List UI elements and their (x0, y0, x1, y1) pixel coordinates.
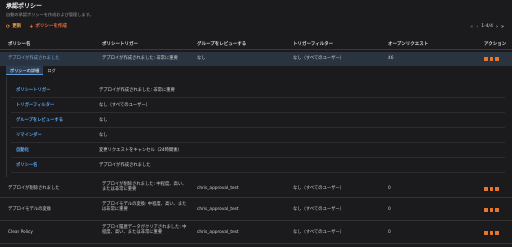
refresh-icon: ⟳ (6, 24, 11, 30)
col-header-actions: アクション (484, 42, 507, 47)
row-policy-name[interactable]: デプロイモデルの変換 (8, 207, 51, 212)
table-row[interactable]: Clear Policy デプロイ履歴データがクリアされました: 中程度、高い、… (0, 222, 512, 244)
row-open-requests: 0 (388, 230, 391, 235)
col-header-name[interactable]: ポリシー名 (8, 42, 31, 48)
prev-page-icon[interactable]: ‹ (476, 24, 478, 30)
detail-row: グループをレビューする なし (11, 115, 505, 128)
detail-label-filter: トリガーフィルター (16, 103, 55, 108)
refresh-button[interactable]: ⟳ 更新 (6, 24, 21, 30)
detail-row: リマインダー なし (11, 130, 505, 143)
detail-label-group: グループをレビューする (16, 118, 64, 123)
table-row[interactable]: デプロイが作成されました デプロイが作成されました: 非常に重要 なし なし（す… (0, 52, 512, 66)
row-open-requests: 46 (388, 56, 394, 61)
edit-icon[interactable] (484, 231, 488, 235)
row-policy-name[interactable]: Clear Policy (8, 230, 33, 235)
col-header-filter[interactable]: トリガーフィルター (293, 42, 333, 48)
delete-icon[interactable] (495, 57, 499, 61)
pagination: « ‹ 1-4/4 › » (470, 24, 504, 30)
detail-row: ポリシートリガー デプロイが作成されました: 非常に重要 (11, 85, 505, 98)
row-group: chris_approval_test (197, 207, 239, 212)
delete-icon[interactable] (495, 208, 499, 212)
detail-value-filter: なし（すべてのユーザー） (99, 103, 151, 108)
page-subtitle: 自動の承認ポリシーを作成および管理します。 (6, 12, 94, 17)
detail-value-policy-name: デプロイが作成されました (99, 163, 151, 168)
row-trigger: デプロイが作成されました: 非常に重要 (102, 56, 178, 61)
row-actions (484, 208, 499, 212)
copy-icon[interactable] (489, 57, 493, 61)
row-filter: なし（すべてのユーザー） (293, 230, 345, 235)
row-policy-name[interactable]: デプロイが削除されました (8, 186, 60, 191)
detail-value-automation: 変更リクエストをキャンセル（24時間後） (99, 148, 182, 153)
edit-icon[interactable] (484, 187, 488, 191)
row-filter: なし（すべてのユーザー） (293, 186, 345, 191)
row-actions (484, 231, 499, 235)
toolbar: ⟳ 更新 + ポリシーを作成 (6, 24, 67, 30)
row-trigger: デプロイ履歴データがクリアされました: 中程度、高い、または非常に重要 (102, 225, 187, 236)
copy-icon[interactable] (489, 208, 493, 212)
detail-value-reminder: なし (99, 133, 108, 138)
row-group: なし (197, 56, 206, 61)
page-range: 1-4/4 (481, 24, 493, 30)
next-page-icon[interactable]: › (496, 24, 498, 30)
policy-detail-panel: ポリシートリガー デプロイが作成されました: 非常に重要 トリガーフィルター な… (6, 77, 506, 177)
create-policy-label: ポリシーを作成 (35, 24, 67, 30)
row-group: chris_approval_test (197, 186, 239, 191)
row-filter: なし（すべてのユーザー） (293, 207, 345, 212)
detail-row: トリガーフィルター なし（すべてのユーザー） (11, 100, 505, 113)
detail-value-group: なし (99, 118, 108, 123)
row-actions (484, 187, 499, 191)
plus-icon: + (29, 24, 34, 30)
row-trigger: デプロイモデルの変換: 中程度、高い、または非常に重要 (102, 202, 187, 213)
create-policy-button[interactable]: + ポリシーを作成 (29, 24, 67, 30)
delete-icon[interactable] (495, 231, 499, 235)
detail-row: ポリシー名 デプロイが作成されました (11, 160, 505, 173)
row-trigger: デプロイが削除されました: 中程度、高い、または非常に重要 (102, 182, 187, 193)
detail-label-policy-name: ポリシー名 (16, 163, 38, 168)
last-page-icon[interactable]: » (501, 24, 504, 30)
detail-value-trigger: デプロイが作成されました: 非常に重要 (99, 88, 175, 93)
detail-label-reminder: リマインダー (16, 133, 42, 138)
table-row[interactable]: デプロイが削除されました デプロイが削除されました: 中程度、高い、または非常に… (0, 180, 512, 198)
detail-label-automation: 自動化 (16, 148, 29, 153)
row-actions (484, 57, 499, 61)
row-filter: なし（すべてのユーザー） (293, 56, 345, 61)
delete-icon[interactable] (495, 187, 499, 191)
copy-icon[interactable] (489, 187, 493, 191)
detail-label-trigger: ポリシートリガー (16, 88, 51, 93)
row-open-requests: 0 (388, 207, 391, 212)
col-header-open[interactable]: オープンリクエスト (388, 42, 428, 48)
row-policy-name[interactable]: デプロイが作成されました (8, 56, 60, 61)
table-header: ポリシー名 ポリシートリガー グループをレビューする トリガーフィルター オープ… (0, 40, 512, 50)
row-open-requests: 0 (388, 186, 391, 191)
copy-icon[interactable] (489, 231, 493, 235)
table-row[interactable]: デプロイモデルの変換 デプロイモデルの変換: 中程度、高い、または非常に重要 c… (0, 199, 512, 221)
detail-row: 自動化 変更リクエストをキャンセル（24時間後） (11, 145, 505, 158)
edit-icon[interactable] (484, 57, 488, 61)
tab-log[interactable]: ログ (43, 66, 59, 75)
first-page-icon[interactable]: « (470, 24, 473, 30)
refresh-label: 更新 (12, 24, 22, 30)
edit-icon[interactable] (484, 208, 488, 212)
col-header-group[interactable]: グループをレビューする (197, 42, 246, 48)
tab-policy-details[interactable]: ポリシーの詳細 (6, 66, 44, 75)
page-title: 承認ポリシー (6, 3, 43, 10)
col-header-trigger[interactable]: ポリシートリガー (102, 42, 138, 48)
row-group: chris_approval_test (197, 230, 239, 235)
detail-tabs: ポリシーの詳細 ログ (6, 66, 60, 75)
